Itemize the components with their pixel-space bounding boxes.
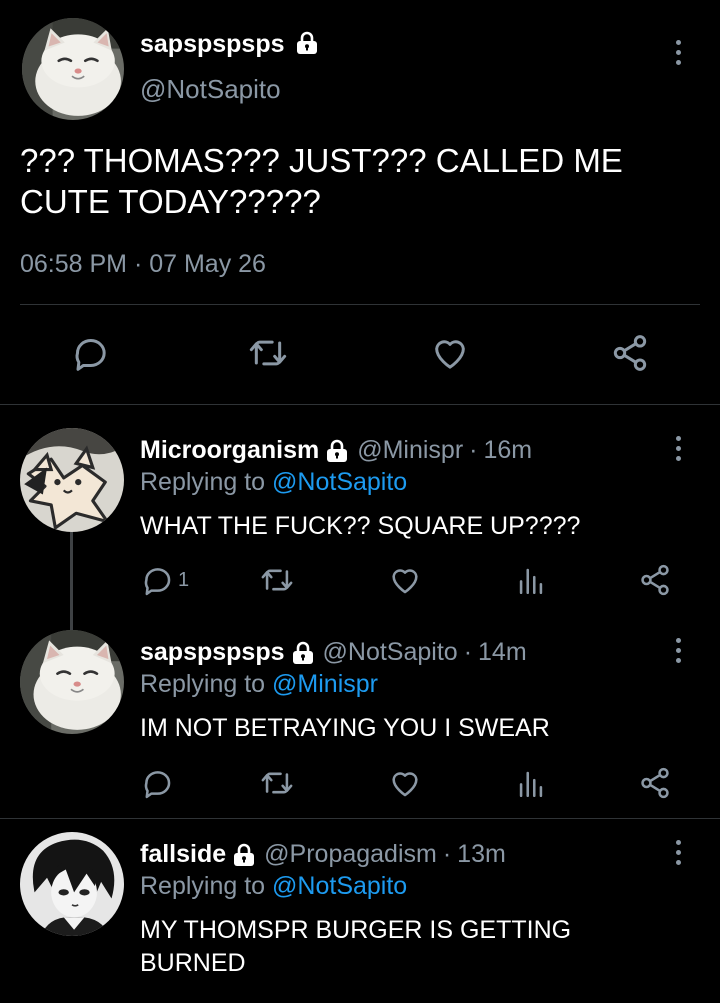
reply-time: 16m xyxy=(483,436,533,464)
separator-dot: · xyxy=(463,638,473,666)
replying-to-prefix: Replying to xyxy=(140,670,273,698)
reply-author-handle[interactable]: @Minispr xyxy=(357,436,463,465)
share-icon xyxy=(610,333,650,373)
reply-button[interactable]: 1 xyxy=(140,563,189,597)
reply-avatar[interactable] xyxy=(20,630,124,734)
more-options-icon[interactable] xyxy=(674,840,682,865)
reply-icon xyxy=(70,333,110,373)
like-icon xyxy=(388,563,422,597)
reply-text: IM NOT BETRAYING YOU I SWEAR xyxy=(140,714,550,742)
lock-icon xyxy=(291,640,315,666)
more-options-icon[interactable] xyxy=(674,40,682,65)
main-tweet-text: ??? THOMAS??? JUST??? CALLED ME CUTE TOD… xyxy=(20,142,623,220)
lock-icon xyxy=(232,842,256,868)
main-tweet-timestamp: 06:58 PM · 07 May 26 xyxy=(20,250,266,278)
divider xyxy=(0,404,720,405)
retweet-button[interactable] xyxy=(260,766,294,800)
reply-time: 14m xyxy=(478,638,527,666)
analytics-icon xyxy=(514,766,548,800)
like-button[interactable] xyxy=(430,333,470,373)
reply-text: MY THOMSPR BURGER IS GETTING BURNED xyxy=(140,916,572,977)
share-button[interactable] xyxy=(638,766,672,800)
analytics-button[interactable] xyxy=(514,563,548,597)
divider xyxy=(0,818,720,819)
reply-header: Microorganism @Minispr · 16m xyxy=(140,436,532,465)
share-icon xyxy=(638,766,672,800)
reply-author-name[interactable]: Microorganism xyxy=(140,436,319,465)
analytics-button[interactable] xyxy=(514,766,548,800)
separator-dot: · xyxy=(469,436,478,464)
reply-icon xyxy=(140,766,174,800)
retweet-icon xyxy=(260,563,294,597)
reply-header: fallside @Propagadism · 13m xyxy=(140,840,506,869)
share-button[interactable] xyxy=(610,333,650,373)
reply-button[interactable] xyxy=(70,333,110,373)
reply-time: 13m xyxy=(457,840,506,868)
reply-icon xyxy=(140,563,174,597)
replying-to-line: Replying to @NotSapito xyxy=(140,468,407,497)
retweet-button[interactable] xyxy=(260,563,294,597)
replying-to-line: Replying to @NotSapito xyxy=(140,872,407,901)
main-author-name[interactable]: sapspspsps xyxy=(140,30,319,59)
reply-button[interactable] xyxy=(140,766,174,800)
like-icon xyxy=(430,333,470,373)
share-button[interactable] xyxy=(638,563,672,597)
like-button[interactable] xyxy=(388,563,422,597)
retweet-button[interactable] xyxy=(248,333,288,373)
main-author-name-text: sapspspsps xyxy=(140,30,285,58)
reply-avatar[interactable] xyxy=(20,428,124,532)
analytics-icon xyxy=(514,563,548,597)
like-button[interactable] xyxy=(388,766,422,800)
reply-author-handle[interactable]: @NotSapito xyxy=(323,638,458,667)
replying-to-prefix: Replying to xyxy=(140,468,273,496)
more-options-icon[interactable] xyxy=(674,436,682,461)
reply-author-name[interactable]: sapspspsps xyxy=(140,638,285,667)
divider xyxy=(20,304,700,305)
reply-count: 1 xyxy=(178,568,190,591)
replying-to-mention[interactable]: @NotSapito xyxy=(272,468,407,496)
reply-text: WHAT THE FUCK?? SQUARE UP???? xyxy=(140,512,581,540)
lock-icon xyxy=(325,438,349,464)
reply-author-name[interactable]: fallside xyxy=(140,840,226,869)
reply-author-handle[interactable]: @Propagadism xyxy=(264,840,437,869)
main-author-handle[interactable]: @NotSapito xyxy=(140,74,281,105)
replying-to-line: Replying to @Minispr xyxy=(140,670,378,699)
more-options-icon[interactable] xyxy=(674,638,682,663)
share-icon xyxy=(638,563,672,597)
replying-to-mention[interactable]: @Minispr xyxy=(272,670,378,698)
retweet-icon xyxy=(248,333,288,373)
lock-icon xyxy=(295,30,319,56)
main-avatar[interactable] xyxy=(22,18,124,120)
replying-to-prefix: Replying to xyxy=(140,872,273,900)
retweet-icon xyxy=(260,766,294,800)
reply-avatar[interactable] xyxy=(20,832,124,936)
reply-header: sapspspsps @NotSapito · 14m xyxy=(140,638,527,667)
thread-connector-line xyxy=(70,530,73,630)
replying-to-mention[interactable]: @NotSapito xyxy=(272,872,407,900)
like-icon xyxy=(388,766,422,800)
separator-dot: · xyxy=(442,840,452,868)
